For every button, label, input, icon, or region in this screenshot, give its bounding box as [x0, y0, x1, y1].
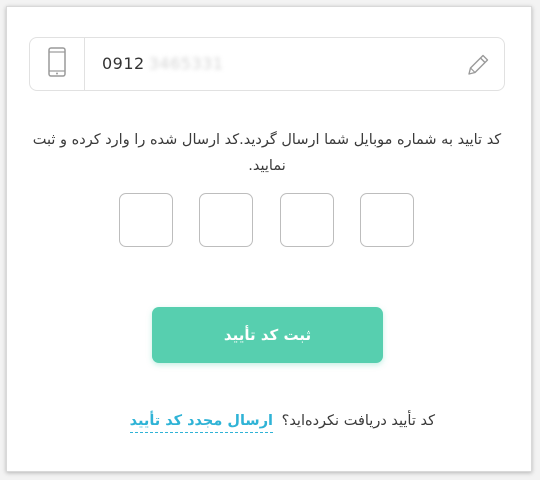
phone-number-prefix: 0912 — [102, 54, 145, 73]
verification-message: کد تایید به شماره موبایل شما ارسال گردید… — [32, 132, 502, 174]
verification-card: 0912 3465331 کد تایید به شماره موبایل شما… — [6, 6, 532, 472]
code-digit-input[interactable] — [279, 193, 334, 247]
pencil-icon[interactable] — [464, 51, 492, 79]
resend-code-link[interactable]: ارسال مجدد کد تأیید — [129, 413, 274, 433]
code-digit-input[interactable] — [119, 193, 173, 247]
resend-prompt: کد تأیید دریافت نکرده‌اید؟ — [281, 413, 435, 429]
mobile-phone-icon — [48, 47, 66, 81]
code-input-group — [119, 193, 414, 251]
phone-number-field: 0912 3465331 — [29, 37, 505, 91]
page-background: 0912 3465331 کد تایید به شماره موبایل شما… — [0, 0, 540, 480]
phone-number-masked: 3465331 — [148, 54, 224, 73]
submit-code-button[interactable]: ثبت کد تأیید — [152, 307, 383, 363]
phone-number-value: 0912 3465331 — [102, 38, 223, 90]
phone-icon-box — [30, 38, 85, 90]
resend-row: کد تأیید دریافت نکرده‌اید؟ ارسال مجدد کد… — [105, 413, 435, 433]
code-digit-input[interactable] — [359, 193, 414, 247]
code-digit-input[interactable] — [199, 193, 254, 247]
